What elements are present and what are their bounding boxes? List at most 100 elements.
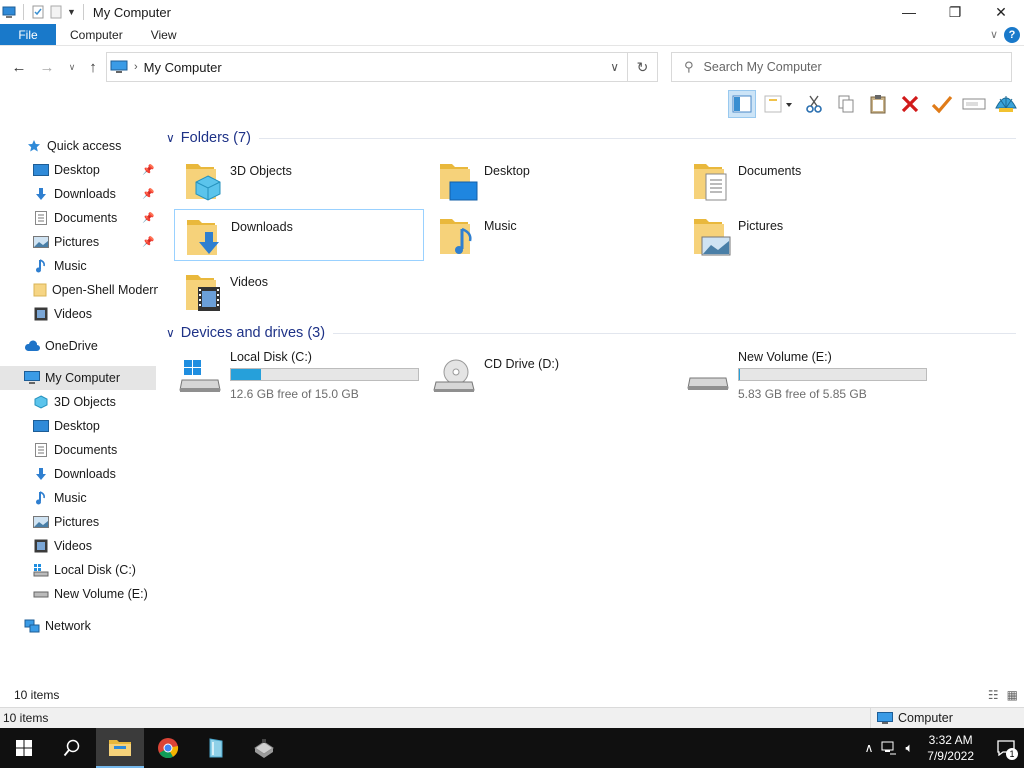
close-button[interactable]: ✕ [978,0,1024,24]
copy-button[interactable] [832,90,860,118]
up-button[interactable]: ↑ [82,56,104,78]
taskbar-chrome[interactable] [144,728,192,768]
tab-computer[interactable]: Computer [56,24,137,45]
nav-item-documents-pinned[interactable]: Documents 📌 [0,206,156,230]
pin-icon[interactable]: 📌 [142,165,154,176]
nav-item-onedrive[interactable]: OneDrive [0,334,156,358]
drive-tile-local-disk-c[interactable]: Local Disk (C:) 12.6 GB free of 15.0 GB [174,350,424,401]
taskbar-app-3[interactable] [192,728,240,768]
nav-item-music-2[interactable]: Music [0,486,156,510]
nav-label: Videos [54,539,92,553]
music-icon [33,258,49,274]
nav-item-downloads-pinned[interactable]: Downloads 📌 [0,182,156,206]
address-bar[interactable]: › My Computer ∨ ↻ [106,52,658,82]
drive-tile-cd-drive-d[interactable]: CD Drive (D:) [428,350,678,400]
nav-item-pictures[interactable]: Pictures [0,510,156,534]
tab-file[interactable]: File [0,24,56,45]
folder-tile-videos[interactable]: Videos [174,265,424,317]
nav-item-videos-2[interactable]: Videos [0,534,156,558]
group-header-devices[interactable]: ∨ Devices and drives (3) [166,321,1016,345]
pin-icon[interactable]: 📌 [142,189,154,200]
folder-tile-3d-objects[interactable]: 3D Objects [174,154,424,206]
nav-item-local-disk-c[interactable]: Local Disk (C:) [0,558,156,582]
properties-icon[interactable] [31,5,45,19]
nav-item-music[interactable]: Music [0,254,156,278]
clock[interactable]: 3:32 AM 7/9/2022 [927,732,974,764]
navigation-pane-button[interactable] [728,90,756,118]
drive-tile-new-volume-e[interactable]: New Volume (E:) 5.83 GB free of 5.85 GB [682,350,932,401]
drive-app-icon [254,739,274,758]
tab-view[interactable]: View [137,24,191,45]
folder-tile-pictures[interactable]: Pictures [682,209,932,261]
drive-name: Local Disk (C:) [230,350,312,364]
folder-tile-desktop[interactable]: Desktop [428,154,678,206]
status-zone: Computer [870,708,953,728]
nav-item-network[interactable]: Network [0,614,156,638]
video-icon [33,306,49,322]
search-input[interactable] [703,60,984,74]
nav-item-3d-objects[interactable]: 3D Objects [0,390,156,414]
recent-locations-button[interactable]: ∨ [61,56,83,78]
nav-item-open-shell-modern[interactable]: Open-Shell Modern [0,278,158,302]
rename-button[interactable] [960,90,988,118]
taskbar-app-4[interactable] [240,728,288,768]
preview-pane-button[interactable] [760,90,796,118]
folder-tile-documents[interactable]: Documents [682,154,932,206]
nav-item-my-computer[interactable]: My Computer [0,366,156,390]
search-box[interactable]: ⚲ [671,52,1012,82]
start-button[interactable] [0,728,48,768]
action-center-button[interactable]: 1 [992,728,1020,768]
select-button[interactable] [928,90,956,118]
details-view-icon[interactable]: ☷ [988,688,999,702]
customize-qat-icon[interactable]: ▼ [67,7,76,17]
folder-name: Pictures [738,219,784,233]
content-pane: ∨ Folders (7) 3D Objects Desktop Documen… [160,124,1024,684]
paste-button[interactable] [864,90,892,118]
folder-documents-icon [694,164,727,201]
refresh-button[interactable]: ↻ [627,53,657,81]
group-header-folders[interactable]: ∨ Folders (7) [166,126,1016,150]
forward-button[interactable]: → [36,56,58,78]
back-button[interactable]: ← [8,56,30,78]
volume-icon[interactable]: 🔈︎ [905,740,913,756]
nav-item-documents[interactable]: Documents [0,438,156,462]
computer-icon [110,60,128,73]
nav-item-downloads[interactable]: Downloads [0,462,156,486]
pane-icon [732,95,752,113]
minimize-button[interactable]: — [886,0,932,24]
pin-icon[interactable]: 📌 [142,237,154,248]
breadcrumb[interactable]: My Computer [144,60,222,75]
pin-icon[interactable]: 📌 [142,213,154,224]
folder-tile-downloads[interactable]: Downloads [174,209,424,261]
breadcrumb-chevron-icon[interactable]: › [134,61,138,73]
ribbon-tabs: File Computer View ∨ ? [0,24,1024,46]
address-dropdown-icon[interactable]: ∨ [610,60,619,74]
drive-usage-bar [230,368,419,381]
nav-item-new-volume-e[interactable]: New Volume (E:) [0,582,156,606]
nav-item-desktop-pinned[interactable]: Desktop 📌 [0,158,156,182]
music-icon [33,490,49,506]
expand-ribbon-icon[interactable]: ∨ [990,28,998,41]
open-shell-button[interactable] [992,90,1020,118]
classic-status-bar: 10 items Computer [0,707,1024,728]
new-folder-icon[interactable] [49,5,63,19]
search-button[interactable] [48,728,96,768]
maximize-button[interactable]: ❐ [932,0,978,24]
collapse-chevron-icon[interactable]: ∨ [166,326,175,340]
collapse-chevron-icon[interactable]: ∨ [166,131,175,145]
nav-item-quick-access[interactable]: Quick access [0,134,156,158]
nav-item-pictures-pinned[interactable]: Pictures 📌 [0,230,156,254]
show-hidden-icons-icon[interactable]: ∧ [865,741,874,755]
checkmark-icon [931,95,953,114]
nav-item-desktop[interactable]: Desktop [0,414,156,438]
help-icon[interactable]: ? [1004,26,1020,43]
nav-item-videos[interactable]: Videos [0,302,156,326]
nav-label: Desktop [54,419,100,433]
large-icons-view-icon[interactable]: ▦ [1007,688,1018,702]
network-icon [24,618,40,634]
network-status-icon[interactable] [881,741,897,755]
cut-button[interactable] [800,90,828,118]
delete-button[interactable] [896,90,924,118]
taskbar-file-explorer[interactable] [96,728,144,768]
folder-tile-music[interactable]: Music [428,209,678,261]
